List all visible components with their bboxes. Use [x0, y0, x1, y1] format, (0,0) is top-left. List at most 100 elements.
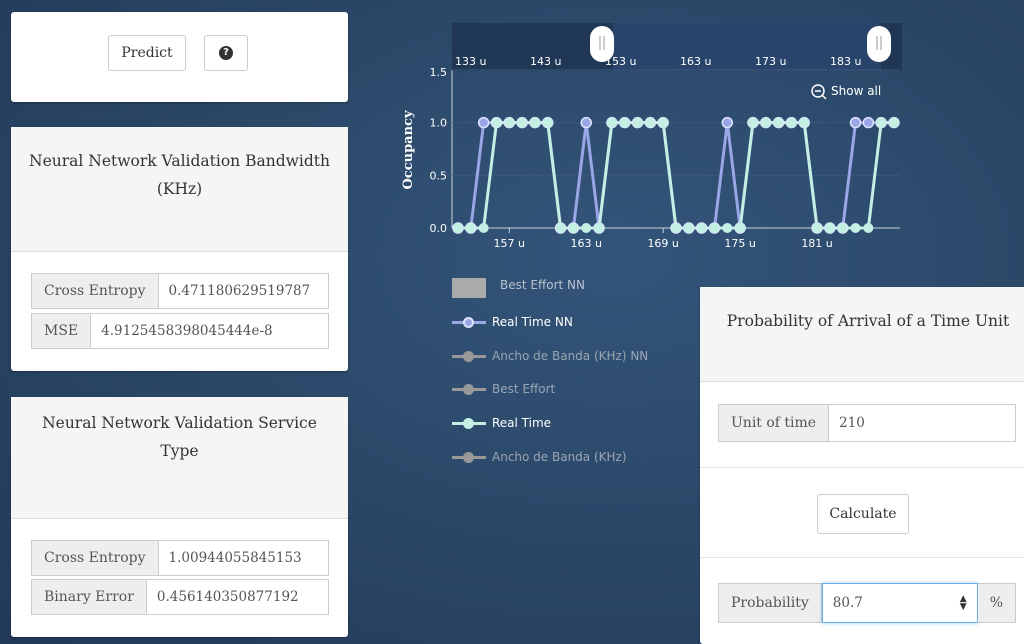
navigator-left-handle[interactable]	[590, 26, 614, 62]
legend-item-real-time-nn[interactable]: Real Time NN	[452, 315, 573, 329]
bandwidth-validation-panel: Neural Network Validation Bandwidth (KHz…	[11, 127, 348, 371]
mse-field[interactable]: 4.9125458398045444e-8	[91, 313, 329, 349]
predict-button[interactable]: Predict	[108, 35, 186, 71]
probability-group: Probability 80.7 ▲ ▼ %	[718, 583, 1016, 623]
probability-label: Probability	[718, 583, 822, 623]
point-real-time-nn	[721, 116, 734, 129]
service-cross-entropy-group: Cross Entropy 1.00944055845153	[31, 540, 329, 576]
point-real-time	[696, 223, 707, 233]
legend-marker	[452, 416, 486, 430]
cross-entropy-field[interactable]: 0.471180629519787	[158, 273, 329, 309]
probability-value: 80.7	[832, 595, 863, 611]
navigator-tick-label: 183 u	[830, 55, 861, 68]
legend-label: Ancho de Banda (KHz)	[492, 450, 627, 464]
service-panel-title: Neural Network Validation Service Type	[42, 414, 317, 460]
point-real-time	[773, 117, 784, 128]
zoom-out-icon-handle	[821, 94, 827, 100]
point-real-time	[799, 117, 810, 128]
unit-of-time-input[interactable]: 210	[829, 404, 1016, 442]
point-real-time	[658, 117, 669, 128]
point-real-time	[645, 117, 656, 128]
y-tick-label: 1.0	[430, 117, 448, 130]
point-real-time	[786, 117, 797, 128]
navigator-tick-label: 143 u	[530, 55, 561, 68]
help-button[interactable]: ?	[204, 35, 248, 71]
cross-entropy-label: Cross Entropy	[31, 540, 159, 576]
occupancy-chart: 133 u 143 u 153 u 163 u 173 u 183 u Show all 0.…	[395, 20, 915, 270]
point-real-time	[683, 223, 694, 233]
point-real-time	[837, 223, 848, 233]
point-real-time-nn	[580, 116, 592, 129]
cross-entropy-field[interactable]: 1.00944055845153	[158, 540, 329, 576]
legend-item-best-effort[interactable]: Best Effort	[452, 382, 555, 396]
point-real-time	[568, 223, 579, 233]
point-real-time	[889, 117, 899, 128]
point-real-time	[747, 117, 758, 128]
point-real-time	[478, 223, 489, 233]
legend-label: Real Time	[492, 416, 552, 430]
cross-entropy-label: Cross Entropy	[31, 273, 159, 309]
legend-marker	[452, 349, 486, 363]
point-real-time	[812, 223, 823, 233]
occupancy-chart-svg: 133 u 143 u 153 u 163 u 173 u 183 uShow all0.…	[401, 23, 902, 250]
point-real-time	[709, 223, 720, 233]
service-binary-error-group: Binary Error 0.456140350877192	[31, 579, 329, 615]
x-tick-label: 169 u	[647, 237, 678, 250]
point-real-time	[581, 223, 592, 233]
bandwidth-cross-entropy-group: Cross Entropy 0.471180629519787	[31, 273, 329, 309]
point-real-time-nn	[862, 116, 875, 129]
legend-marker	[452, 315, 486, 329]
bandwidth-mse-group: MSE 4.9125458398045444e-8	[31, 313, 329, 349]
service-validation-panel: Neural Network Validation Service Type C…	[11, 397, 348, 637]
point-real-time	[671, 223, 681, 233]
point-real-time	[863, 223, 874, 233]
navigator-right-handle[interactable]	[867, 26, 891, 62]
binary-error-label: Binary Error	[31, 579, 147, 615]
y-tick-label: 1.5	[430, 66, 448, 79]
point-real-time	[619, 117, 630, 128]
service-panel-header: Neural Network Validation Service Type	[11, 397, 348, 519]
point-real-time-nn	[849, 116, 862, 129]
legend-label: Real Time NN	[492, 315, 573, 329]
y-tick-label: 0.0	[430, 222, 448, 235]
legend-item-real-time[interactable]: Real Time	[452, 416, 551, 430]
point-real-time	[517, 117, 528, 128]
y-axis-label: Occupancy	[401, 110, 416, 189]
percent-addon: %	[977, 583, 1016, 623]
point-real-time	[453, 223, 463, 233]
legend-label: Best Effort NN	[500, 278, 585, 292]
legend-label: Ancho de Banda (KHz) NN	[492, 349, 649, 363]
navigator-tick-label: 163 u	[680, 55, 711, 68]
point-real-time-nn	[477, 116, 490, 129]
point-real-time	[876, 117, 887, 128]
point-real-time	[632, 117, 643, 128]
predict-panel: Predict ?	[11, 12, 348, 102]
bandwidth-panel-header: Neural Network Validation Bandwidth (KHz…	[11, 127, 348, 252]
point-real-time	[824, 223, 835, 233]
legend-item-best-effort-nn[interactable]: Best Effort NN	[452, 278, 585, 298]
point-real-time	[529, 117, 540, 128]
navigator-tick-label: 173 u	[755, 55, 786, 68]
point-real-time	[606, 117, 617, 128]
point-real-time	[594, 223, 605, 233]
spinner-icon[interactable]: ▲ ▼	[960, 595, 967, 612]
legend-marker	[452, 450, 486, 464]
probability-input[interactable]: 80.7 ▲ ▼	[821, 583, 978, 623]
calculate-button[interactable]: Calculate	[817, 494, 909, 534]
x-tick-label: 163 u	[571, 237, 602, 250]
point-real-time	[491, 117, 502, 128]
point-real-time	[504, 117, 515, 128]
legend-item-ancho-de-banda[interactable]: Ancho de Banda (KHz)	[452, 450, 627, 464]
point-real-time	[760, 117, 771, 128]
probability-panel-title: Probability of Arrival of a Time Unit	[726, 312, 1010, 330]
point-real-time	[465, 223, 476, 233]
divider	[700, 467, 1024, 468]
legend-item-ancho-de-banda-nn[interactable]: Ancho de Banda (KHz) NN	[452, 349, 648, 363]
x-tick-label: 157 u	[494, 237, 525, 250]
point-real-time	[850, 223, 861, 233]
navigator-tick-label: 133 u	[455, 55, 486, 68]
point-real-time	[555, 223, 566, 233]
show-all-button[interactable]: Show all	[831, 84, 881, 98]
legend-marker	[452, 278, 486, 298]
binary-error-field[interactable]: 0.456140350877192	[146, 579, 329, 615]
